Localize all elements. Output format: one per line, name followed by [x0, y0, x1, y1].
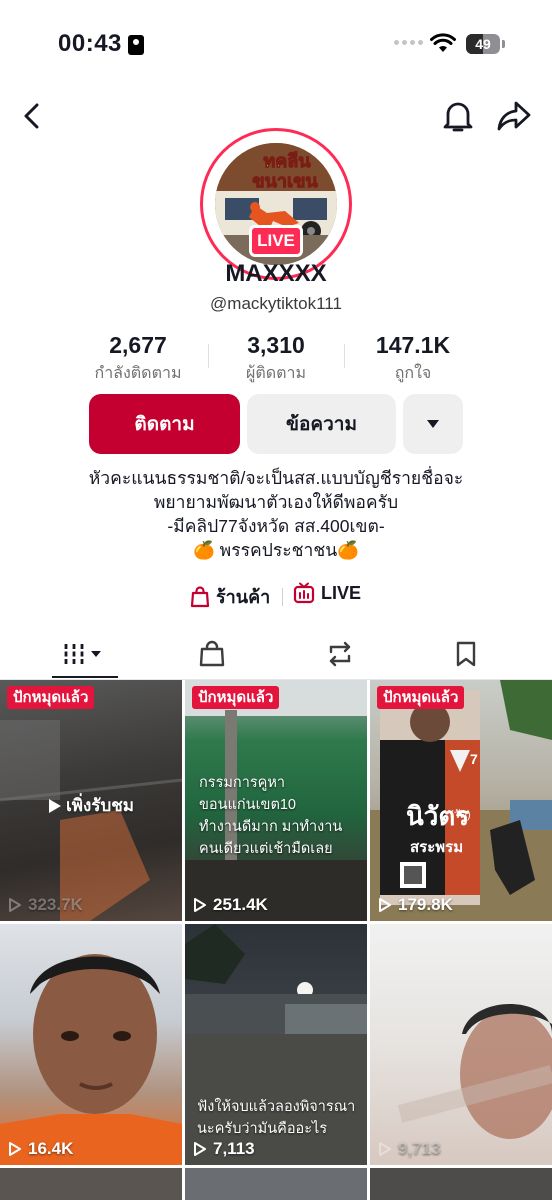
tab-shop[interactable]: [166, 630, 258, 678]
recently-watched-label: เพิ่งรับชม: [0, 792, 182, 819]
contact-card-icon: [128, 35, 144, 55]
video-tile[interactable]: ปักหมุดแล้ว เพิ่งรับชม 323.7K: [0, 680, 182, 921]
play-outline-icon: [379, 898, 391, 912]
video-thumbnail: [397, 1004, 552, 1139]
bio-line: 🍊 พรรคประชาชน🍊: [193, 540, 359, 560]
pinned-badge: ปักหมุดแล้ว: [7, 686, 95, 709]
stat-following[interactable]: 2,677 กำลังติดตาม: [88, 332, 188, 386]
video-tile[interactable]: 16.4K: [0, 924, 182, 1165]
signal-icon: [394, 40, 423, 45]
tab-saved[interactable]: [420, 630, 512, 678]
svg-text:ทคลีน: ทคลีน: [263, 151, 311, 171]
profile-links: ร้านค้า LIVE: [0, 582, 552, 612]
grid-videos-icon: [64, 644, 101, 664]
user-handle: @mackytiktok111: [210, 294, 342, 313]
view-count: 179.8K: [378, 895, 453, 915]
video-tile[interactable]: นิวัตร (วัต) สระพรม 7 ปักหมุดแล้ว 179.8K: [370, 680, 552, 921]
video-tile[interactable]: 9,713: [370, 924, 552, 1165]
stat-followers[interactable]: 3,310 ผู้ติดตาม: [226, 332, 326, 386]
active-tab-indicator: [52, 676, 118, 678]
svg-text:ขนาเขน: ขนาเขน: [252, 171, 318, 191]
view-count: 16.4K: [8, 1139, 73, 1159]
pinned-badge: ปักหมุดแล้ว: [377, 686, 465, 709]
following-label: กำลังติดตาม: [94, 365, 182, 382]
video-tile[interactable]: [185, 1168, 367, 1200]
video-tile[interactable]: [370, 1168, 552, 1200]
followers-count: 3,310: [247, 332, 305, 358]
video-caption: ฟังให้จบแล้วลองพิจารณา นะครับว่ามันคืออะ…: [197, 1099, 356, 1137]
bio-line: -มีคลิป77จังหวัด สส.400เขต-: [167, 516, 385, 536]
repost-icon: [329, 641, 351, 667]
video-tile[interactable]: [0, 1168, 182, 1200]
caret-down-icon: [427, 420, 439, 428]
stat-likes[interactable]: 147.1K ถูกใจ: [362, 332, 464, 386]
back-button[interactable]: [12, 96, 52, 136]
video-grid: ปักหมุดแล้ว เพิ่งรับชม 323.7K ปักหมุดแล้…: [0, 680, 552, 1200]
tab-reposts[interactable]: [294, 630, 386, 678]
share-button[interactable]: [492, 94, 536, 138]
shop-link[interactable]: ร้านค้า: [190, 582, 270, 611]
svg-text:สระพรม: สระพรม: [410, 839, 463, 856]
bio-line: พยายามพัฒนาตัวเองให้ดีพอครับ: [153, 492, 399, 512]
video-thumbnail: นิวัตร (วัต) สระพรม 7: [370, 680, 552, 921]
follow-button[interactable]: ติดตาม: [89, 394, 240, 454]
stat-divider: [208, 344, 209, 368]
live-link[interactable]: LIVE: [293, 582, 361, 604]
followers-label: ผู้ติดตาม: [245, 365, 307, 382]
pinned-badge: ปักหมุดแล้ว: [192, 686, 280, 709]
status-bar: 00:43 49: [0, 0, 552, 88]
play-outline-icon: [194, 1142, 206, 1156]
view-count: 7,113: [193, 1139, 255, 1159]
chevron-left-icon: [24, 103, 39, 129]
live-link-label: LIVE: [321, 582, 362, 603]
following-count: 2,677: [109, 332, 167, 358]
live-badge[interactable]: LIVE: [249, 225, 303, 257]
shopping-bag-icon: [190, 585, 210, 607]
shopping-bag-icon: [199, 640, 225, 667]
view-count: 251.4K: [193, 895, 268, 915]
play-outline-icon: [194, 898, 206, 912]
play-outline-icon: [9, 1142, 21, 1156]
wifi-icon: [430, 33, 456, 52]
likes-label: ถูกใจ: [394, 365, 432, 382]
play-outline-icon: [9, 898, 21, 912]
live-ring: ทคลีน ขนาเขน: [200, 128, 352, 280]
tab-videos[interactable]: [40, 630, 132, 678]
bio-line: หัวคะแนนธรรมชาติ/จะเป็นสส.แบบบัญชีรายชื่…: [88, 468, 464, 488]
video-thumbnail: [0, 954, 182, 1165]
link-separator: [282, 588, 283, 606]
battery-level: 49: [475, 36, 491, 52]
view-count: 9,713: [378, 1139, 441, 1159]
video-caption: กรรมการคูหา ขอนแก่นเขต10 ทำงานดีมาก มาทำ…: [199, 775, 343, 857]
play-outline-icon: [379, 1142, 391, 1156]
share-icon: [497, 101, 531, 131]
svg-text:7: 7: [470, 751, 478, 767]
view-count: 323.7K: [8, 895, 83, 915]
likes-count: 147.1K: [375, 332, 451, 358]
suggested-accounts-button[interactable]: [403, 394, 463, 454]
bell-icon: [443, 102, 473, 132]
notification-button[interactable]: [436, 94, 480, 138]
video-tile[interactable]: ปักหมุดแล้ว กรรมการคูหา ขอนแก่นเขต10 ทำง…: [185, 680, 367, 921]
shop-link-label: ร้านค้า: [216, 587, 271, 607]
message-button[interactable]: ข้อความ: [247, 394, 396, 454]
battery-icon: 49: [466, 34, 500, 54]
bookmark-icon: [456, 641, 476, 667]
status-time: 00:43: [58, 30, 122, 57]
video-tile[interactable]: ฟังให้จบแล้วลองพิจารณา นะครับว่ามันคืออะ…: [185, 924, 367, 1165]
svg-text:(วัต): (วัต): [450, 809, 471, 821]
profile-bio: หัวคะแนนธรรมชาติ/จะเป็นสส.แบบบัญชีรายชื่…: [0, 466, 552, 562]
live-chart-icon: [293, 582, 315, 604]
play-icon: [49, 798, 61, 813]
stat-divider: [344, 344, 345, 368]
username: MAXXXX: [225, 260, 327, 287]
profile-tabs: [0, 630, 552, 680]
